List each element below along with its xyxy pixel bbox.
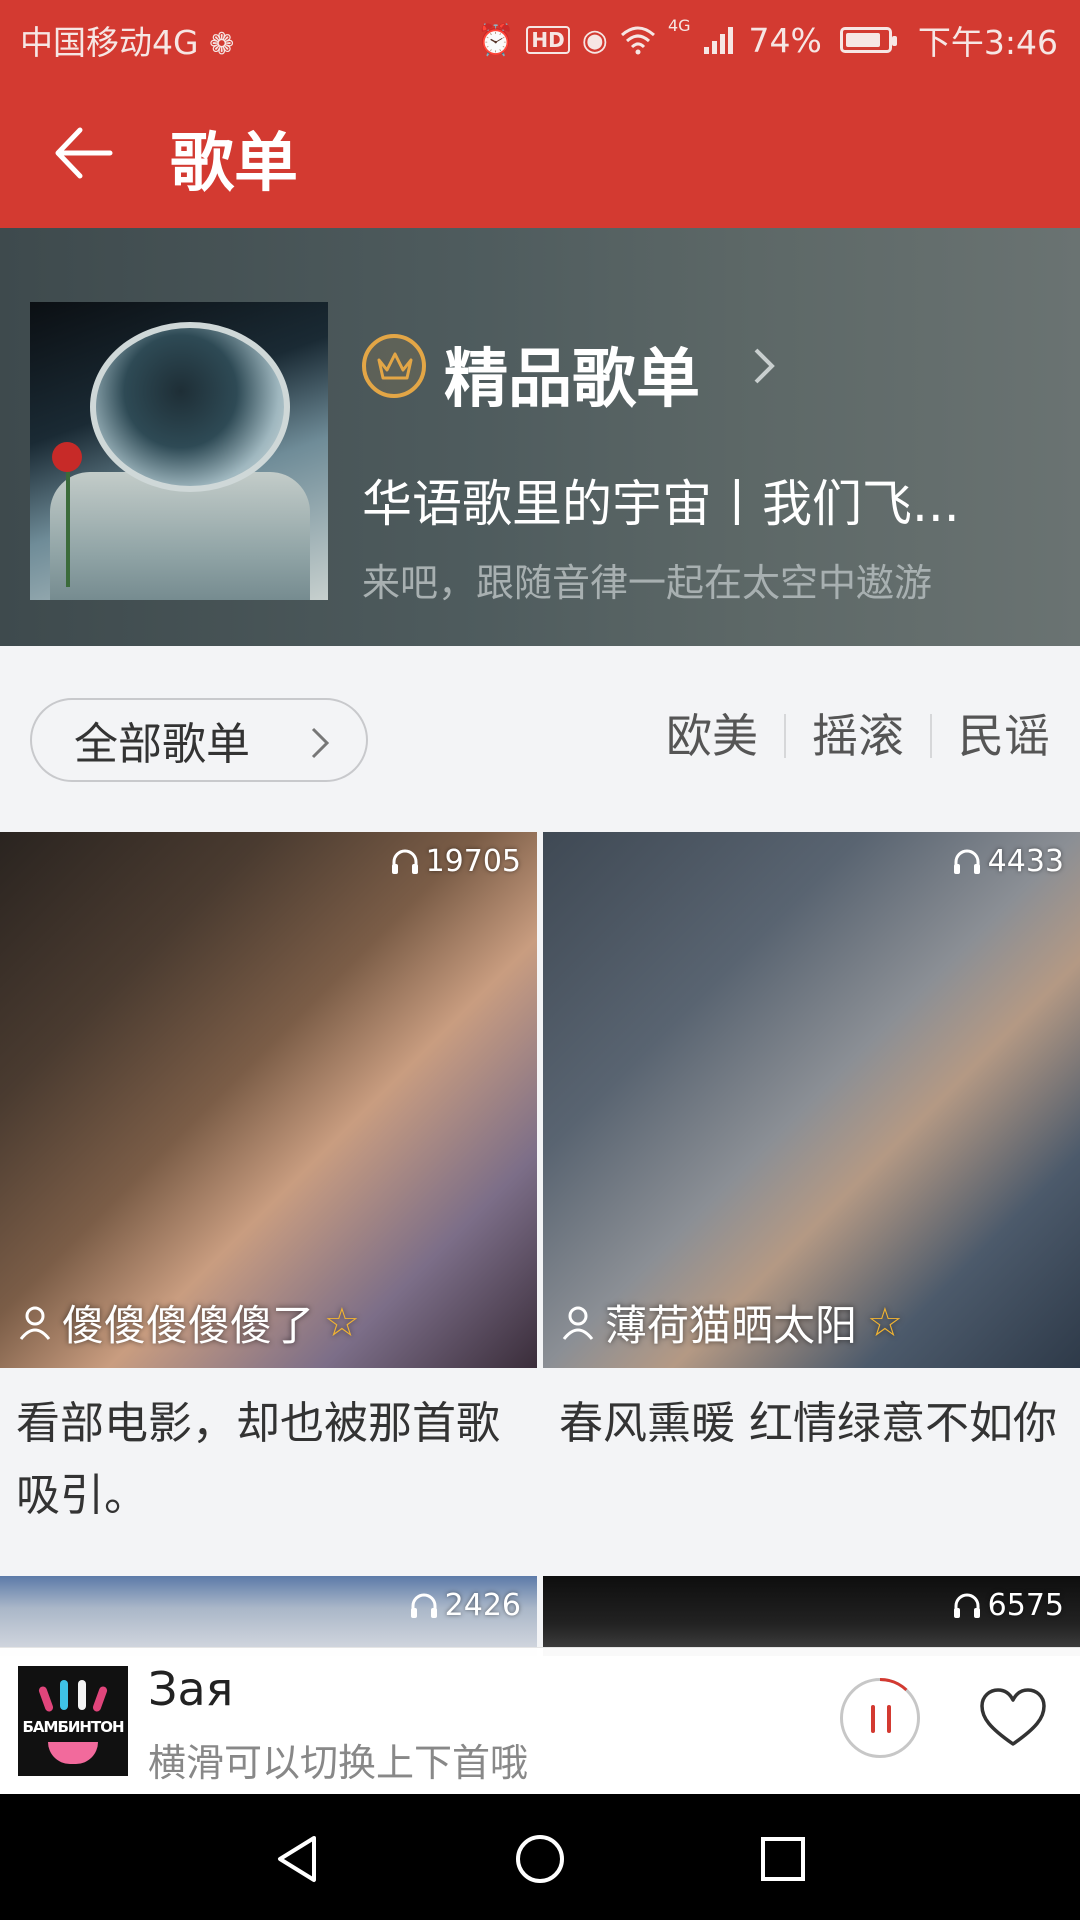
tag-rock[interactable]: 摇滚 [784, 713, 930, 759]
playlist-card[interactable]: 6575 [543, 1576, 1080, 1656]
now-playing-hint: 横滑可以切换上下首哦 [148, 1741, 529, 1785]
hotspot-icon: ❁ [209, 27, 235, 62]
play-count-value: 6575 [987, 1588, 1064, 1623]
play-count: 6575 [952, 1588, 1064, 1623]
home-circle-icon[interactable] [513, 1832, 567, 1886]
headphones-icon [953, 849, 980, 874]
playlist-card[interactable]: 4433 薄荷猫晒太阳 ☆ 春风熏暖 红情绿意不如你 [543, 832, 1080, 1552]
headphones-icon [953, 1593, 980, 1618]
status-left: 中国移动4G ❁ [20, 16, 234, 64]
creator-name: 薄荷猫晒太阳 [605, 1301, 858, 1350]
pause-icon [871, 1705, 875, 1733]
chevron-right-icon [311, 727, 330, 759]
headphones-icon [391, 849, 418, 874]
play-count: 19705 [390, 844, 521, 879]
tag-folk[interactable]: 民谣 [930, 713, 1050, 759]
star-icon: ☆ [324, 1299, 360, 1346]
art-finger [91, 1685, 109, 1713]
album-art-text: БАМБИНТОН [22, 1718, 124, 1736]
arrow-left-icon[interactable] [48, 118, 118, 188]
creator-name: 傻傻傻傻傻了 [62, 1301, 315, 1350]
progress-ring [840, 1678, 920, 1758]
alarm-icon: ⏰ [477, 22, 515, 58]
playlist-creator: 傻傻傻傻傻了 ☆ [18, 1292, 360, 1353]
signal-icon [703, 27, 733, 54]
rose-stem [66, 467, 70, 587]
category-tags: 欧美 摇滚 民谣 [640, 713, 1050, 759]
playlist-cover[interactable]: 19705 傻傻傻傻傻了 ☆ [0, 832, 537, 1368]
featured-subtitle: 来吧，跟随音律一起在太空中遨游 [362, 561, 933, 605]
now-playing-title: Зая [148, 1662, 234, 1716]
headphones-icon [410, 1593, 437, 1618]
page-title: 歌单 [170, 127, 298, 201]
art-finger [78, 1680, 86, 1710]
play-count: 4433 [952, 844, 1064, 879]
carrier-label: 中国移动4G [20, 23, 199, 62]
play-count: 2426 [409, 1588, 521, 1623]
featured-tag[interactable]: 精品歌单 [444, 328, 700, 420]
play-count-value: 2426 [444, 1588, 521, 1623]
all-playlists-label: 全部歌单 [74, 719, 250, 770]
playlist-title[interactable]: 看部电影，却也被那首歌吸引。 [16, 1388, 521, 1532]
playlist-creator: 薄荷猫晒太阳 ☆ [561, 1292, 903, 1353]
battery-icon [839, 27, 897, 53]
heart-icon[interactable] [978, 1686, 1048, 1750]
playlist-cover[interactable]: 6575 [543, 1576, 1080, 1656]
user-icon [562, 1306, 594, 1340]
wifi-icon [620, 26, 655, 55]
hd-icon: HD [526, 26, 570, 54]
play-count-value: 4433 [987, 844, 1064, 879]
mini-player[interactable]: БАМБИНТОН Зая 横滑可以切换上下首哦 [0, 1647, 1080, 1794]
category-filter-row: 全部歌单 欧美 摇滚 民谣 [0, 646, 1080, 826]
star-icon: ☆ [867, 1299, 903, 1346]
back-triangle-icon[interactable] [270, 1832, 324, 1886]
status-bar: 中国移动4G ❁ ⏰ HD ◉ 4G 74% 下午3:46 [0, 0, 1080, 74]
recents-square-icon[interactable] [756, 1832, 810, 1886]
user-icon [19, 1306, 51, 1340]
pause-icon [887, 1705, 891, 1733]
chevron-right-icon [754, 348, 775, 384]
astronaut-helmet [90, 322, 290, 492]
featured-playlist-banner[interactable]: 精品歌单 华语歌里的宇宙丨我们飞... 来吧，跟随音律一起在太空中遨游 [0, 228, 1080, 646]
network-type-label: 4G [667, 16, 691, 35]
art-finger [60, 1680, 68, 1710]
art-finger [37, 1685, 55, 1713]
eye-care-icon: ◉ [581, 22, 608, 58]
pause-button[interactable] [840, 1678, 920, 1758]
battery-percent: 74% [748, 20, 822, 60]
album-art[interactable]: БАМБИНТОН [18, 1666, 128, 1776]
rose-flower [52, 442, 82, 472]
art-bowl [48, 1742, 98, 1764]
all-playlists-button[interactable]: 全部歌单 [30, 698, 368, 782]
featured-cover-image[interactable] [30, 302, 328, 600]
playlist-card[interactable]: 19705 傻傻傻傻傻了 ☆ 看部电影，却也被那首歌吸引。 [0, 832, 537, 1552]
crown-icon [362, 334, 426, 398]
playlist-cover[interactable]: 4433 薄荷猫晒太阳 ☆ [543, 832, 1080, 1368]
status-right: ⏰ HD ◉ 4G 74% 下午3:46 [477, 16, 1058, 64]
playlist-cover[interactable]: 2426 [0, 1576, 537, 1656]
featured-title[interactable]: 华语歌里的宇宙丨我们飞... [362, 464, 1052, 536]
play-count-value: 19705 [425, 844, 521, 879]
playlist-card[interactable]: 2426 [0, 1576, 537, 1656]
status-time: 下午3:46 [917, 23, 1058, 62]
system-navigation-bar [0, 1794, 1080, 1920]
tag-western[interactable]: 欧美 [640, 713, 784, 759]
app-bar: 歌单 [0, 74, 1080, 228]
playlist-title[interactable]: 春风熏暖 红情绿意不如你 [559, 1388, 1064, 1460]
